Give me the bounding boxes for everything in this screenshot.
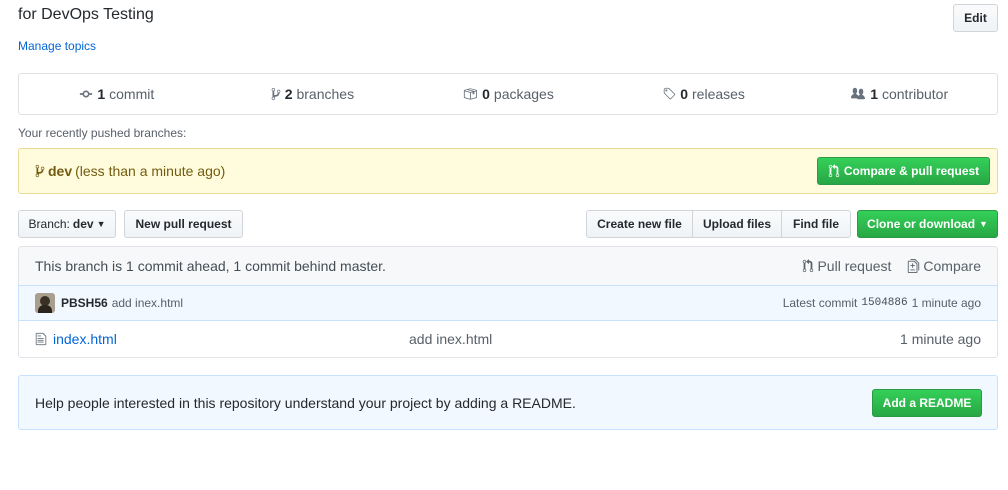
compare-pull-request-button[interactable]: Compare & pull request <box>817 157 990 185</box>
commit-icon <box>80 90 93 98</box>
commit-author[interactable]: PBSH56 <box>61 296 108 310</box>
caret-down-icon: ▼ <box>96 219 106 229</box>
commit-age: 1 minute ago <box>911 296 981 310</box>
branches-label: branches <box>296 86 355 102</box>
branch-select[interactable]: Branch: dev ▼ <box>18 210 116 238</box>
packages-link[interactable]: 0 packages <box>410 74 606 114</box>
readme-prompt-text: Help people interested in this repositor… <box>35 394 576 411</box>
avatar[interactable] <box>35 293 55 313</box>
file-age: 1 minute ago <box>900 331 981 347</box>
commit-message[interactable]: add inex.html <box>112 296 183 310</box>
recent-push-time: (less than a minute ago) <box>75 163 226 179</box>
packages-label: packages <box>493 86 554 102</box>
latest-commit-prefix: Latest commit <box>782 296 858 310</box>
clone-download-label: Clone or download <box>867 217 976 231</box>
caret-down-icon: ▼ <box>979 219 988 229</box>
edit-button[interactable]: Edit <box>953 4 998 32</box>
file-diff-icon <box>908 259 920 273</box>
contributors-label: contributor <box>881 86 949 102</box>
upload-files-button[interactable]: Upload files <box>693 210 782 238</box>
file-name-link[interactable]: index.html <box>53 331 117 347</box>
recent-push-banner: dev (less than a minute ago) Compare & p… <box>18 148 998 194</box>
file-commit-message[interactable]: add inex.html <box>409 331 492 347</box>
recent-push-branch-name[interactable]: dev <box>48 163 72 179</box>
find-file-button[interactable]: Find file <box>782 210 851 238</box>
create-new-file-button[interactable]: Create new file <box>586 210 693 238</box>
repo-description: for DevOps Testing <box>18 6 154 23</box>
packages-count: 0 <box>482 86 490 102</box>
compare-pull-request-label: Compare & pull request <box>843 164 980 178</box>
releases-count: 0 <box>680 86 689 102</box>
contributors-link[interactable]: 1 contributor <box>801 74 997 114</box>
branch-select-value: dev <box>72 217 94 231</box>
branch-select-prefix: Branch: <box>28 217 70 231</box>
commits-count: 1 <box>97 86 106 102</box>
latest-commit-bar: PBSH56 add inex.html Latest commit 15048… <box>18 285 998 321</box>
file-icon <box>35 332 47 346</box>
people-icon <box>851 87 866 100</box>
commits-label: commit <box>109 86 155 102</box>
pull-request-icon <box>803 259 814 273</box>
manage-topics-link[interactable]: Manage topics <box>18 39 96 53</box>
file-name-cell: index.html <box>35 331 409 347</box>
readme-prompt: Help people interested in this repositor… <box>18 375 998 430</box>
compare-label: Compare <box>923 258 981 274</box>
contributors-count: 1 <box>870 86 878 102</box>
branches-count: 2 <box>284 86 293 102</box>
branch-icon <box>271 87 281 101</box>
new-pull-request-button[interactable]: New pull request <box>124 210 243 238</box>
compare-link[interactable]: Compare <box>907 258 981 274</box>
add-readme-button[interactable]: Add a README <box>872 389 982 417</box>
recent-push-branch: dev (less than a minute ago) <box>35 163 225 179</box>
tag-icon <box>663 87 676 100</box>
releases-label: releases <box>692 86 745 102</box>
branch-status-bar: This branch is 1 commit ahead, 1 commit … <box>18 246 998 285</box>
releases-link[interactable]: 0 releases <box>606 74 802 114</box>
pull-request-icon <box>828 164 840 178</box>
branch-icon <box>35 164 45 178</box>
commits-link[interactable]: 1 commit <box>19 74 215 114</box>
file-actions-group: Create new file Upload files Find file <box>586 210 851 238</box>
table-row: index.html add inex.html 1 minute ago <box>18 321 998 358</box>
commit-sha[interactable]: 1504886 <box>861 297 907 309</box>
pull-request-link[interactable]: Pull request <box>802 258 891 274</box>
package-icon <box>463 88 478 100</box>
pull-request-label: Pull request <box>817 258 892 274</box>
recent-push-label: Your recently pushed branches: <box>18 126 187 140</box>
branches-link[interactable]: 2 branches <box>215 74 411 114</box>
clone-download-button[interactable]: Clone or download ▼ <box>857 210 998 238</box>
repo-summary-bar: 1 commit 2 branches 0 packages 0 release… <box>18 73 998 115</box>
branch-status-text: This branch is 1 commit ahead, 1 commit … <box>35 258 386 274</box>
